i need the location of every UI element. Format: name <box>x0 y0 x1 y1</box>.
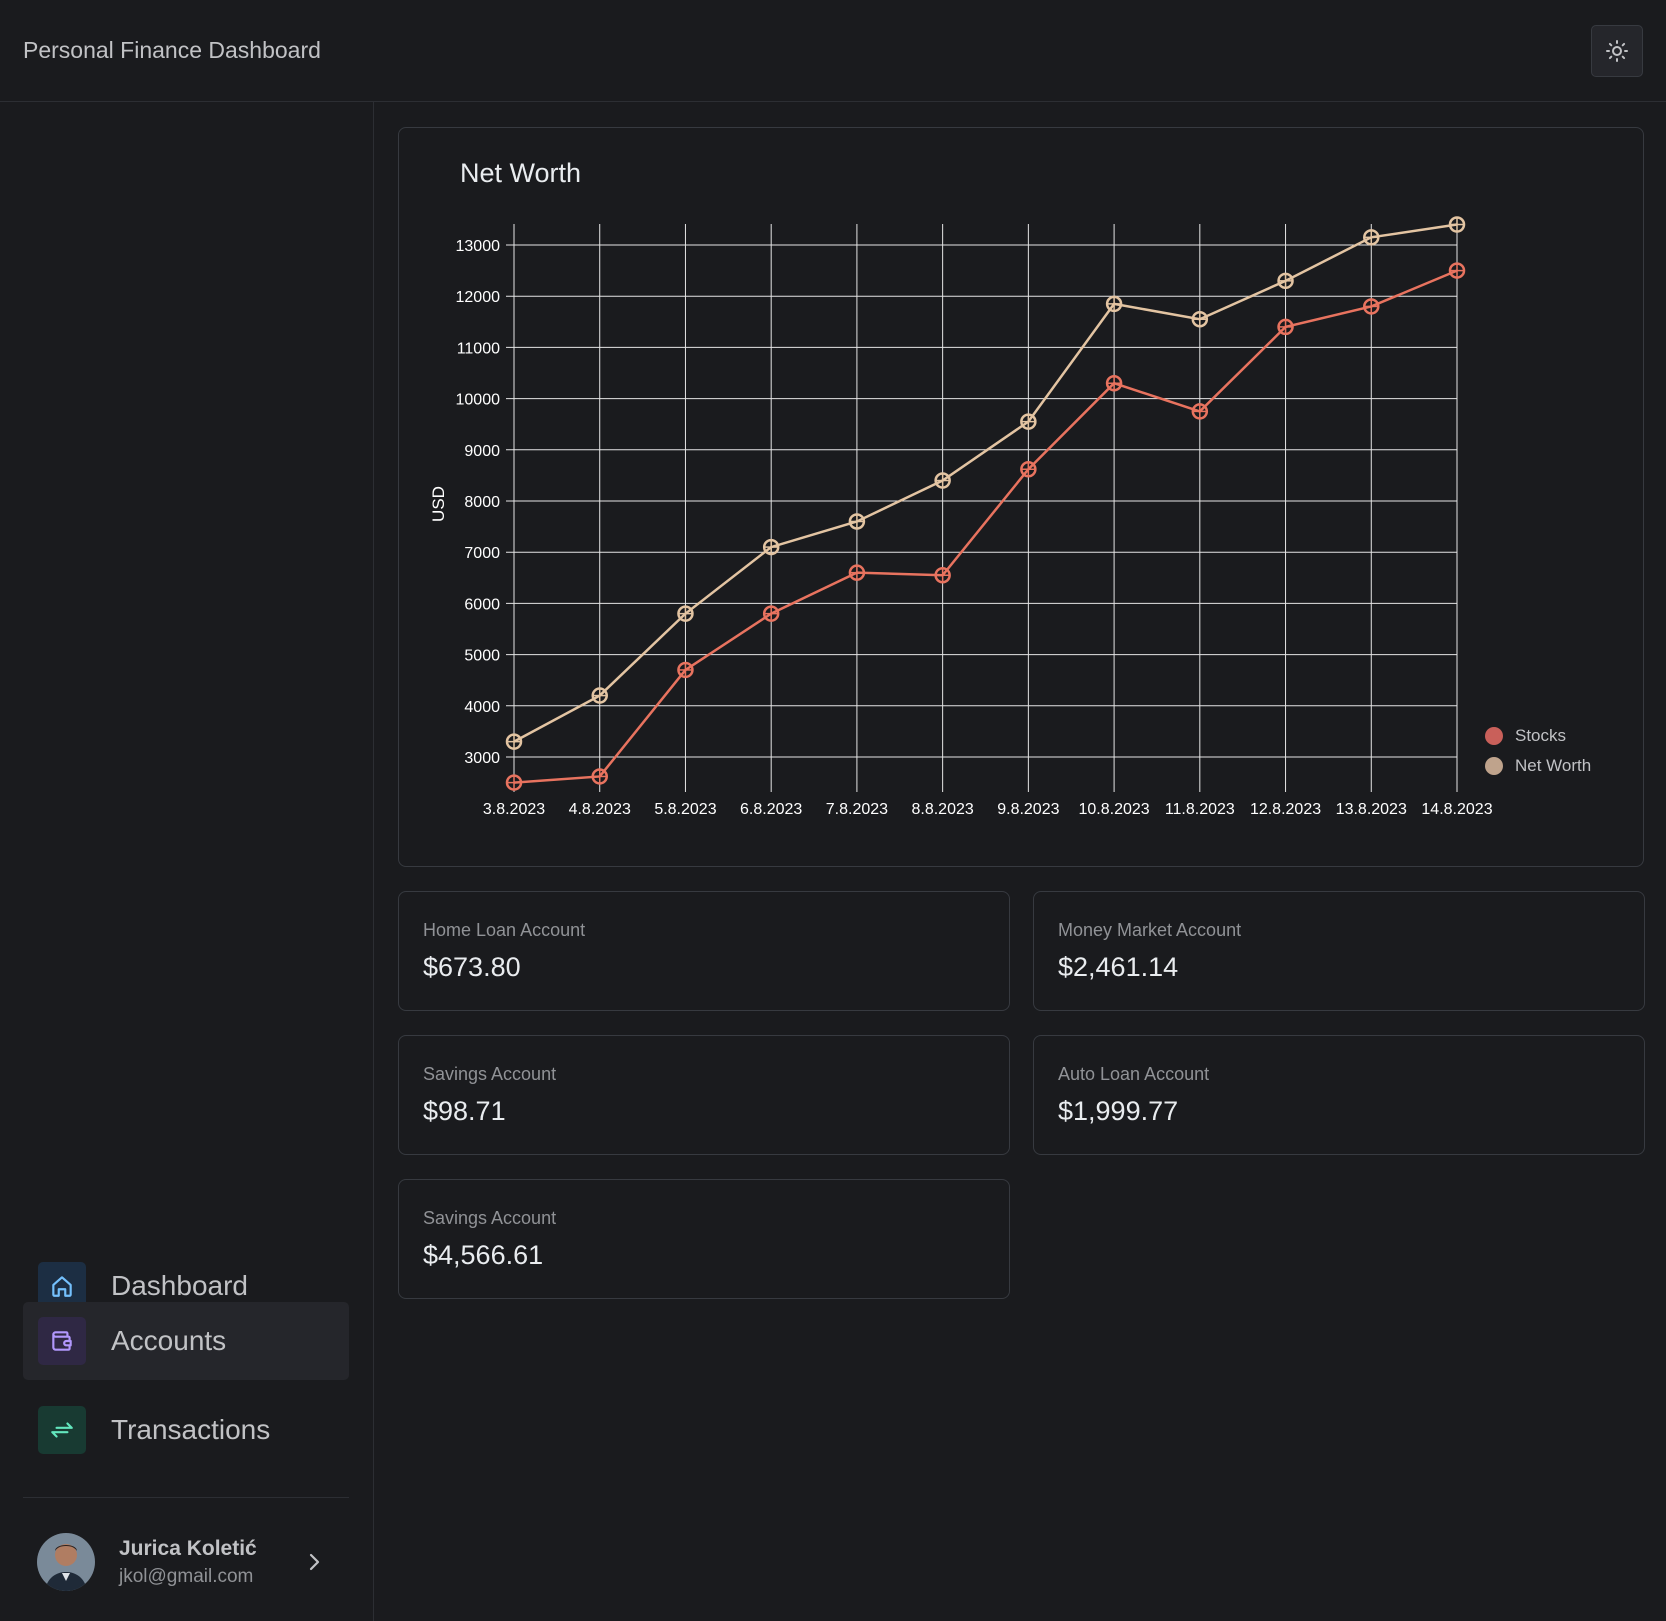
x-tick-label: 11.8.2023 <box>1165 801 1235 818</box>
y-tick-label: 8000 <box>464 494 500 511</box>
x-tick-label: 13.8.2023 <box>1336 801 1407 818</box>
sidebar-item-transactions[interactable]: Transactions <box>23 1391 349 1469</box>
account-balance: $1,999.77 <box>1058 1096 1179 1126</box>
account-card[interactable]: Home Loan Account $673.80 <box>398 891 1010 1011</box>
sidebar-item-label: Accounts <box>111 1325 227 1356</box>
account-name: Money Market Account <box>1058 920 1242 940</box>
app-title: Personal Finance Dashboard <box>23 37 321 63</box>
account-card[interactable]: Money Market Account $2,461.14 <box>1033 891 1645 1011</box>
net-worth-chart: 3000 4000 5000 6000 7000 8000 9000 10000 11000 12… <box>429 216 1493 818</box>
x-tick-label: 10.8.2023 <box>1078 801 1149 818</box>
account-balance: $98.71 <box>423 1096 506 1126</box>
account-balance: $4,566.61 <box>423 1240 544 1270</box>
x-tick-label: 9.8.2023 <box>997 801 1059 818</box>
y-tick-label: 6000 <box>464 596 500 613</box>
legend-item-net-worth[interactable]: Net Worth <box>1485 756 1591 776</box>
app-header: Personal Finance Dashboard <box>0 0 1666 102</box>
legend-swatch <box>1485 727 1503 745</box>
sidebar-item-label: Transactions <box>111 1414 271 1445</box>
sidebar-item-accounts[interactable]: Accounts <box>23 1302 349 1380</box>
y-tick-label: 11000 <box>457 340 500 357</box>
series-line-net-worth <box>513 223 1458 743</box>
account-balance: $673.80 <box>423 952 521 982</box>
legend-label: Net Worth <box>1515 756 1592 775</box>
legend-label: Stocks <box>1515 726 1567 745</box>
legend-item-stocks[interactable]: Stocks <box>1485 726 1566 746</box>
x-tick-label: 5.8.2023 <box>654 801 716 818</box>
y-tick-label: 12000 <box>456 289 501 306</box>
sidebar-item-label: Dashboard <box>111 1270 248 1301</box>
account-name: Home Loan Account <box>423 920 586 940</box>
y-tick-label: 4000 <box>464 699 500 716</box>
x-tick-label: 8.8.2023 <box>911 801 973 818</box>
x-tick-label: 7.8.2023 <box>826 801 888 818</box>
x-tick-label: 6.8.2023 <box>740 801 802 818</box>
x-tick-label: 4.8.2023 <box>569 801 631 818</box>
x-tick-label: 14.8.2023 <box>1421 801 1492 818</box>
sidebar: Dashboard Accounts Transactions Jurica K… <box>0 102 374 1621</box>
y-tick-label: 9000 <box>464 443 500 460</box>
x-tick-label: 12.8.2023 <box>1250 801 1321 818</box>
account-name: Savings Account <box>423 1208 557 1228</box>
sun-icon <box>1606 39 1628 62</box>
user-email: jkol@gmail.com <box>119 1565 254 1587</box>
account-balance: $2,461.14 <box>1058 952 1179 982</box>
y-axis-label: USD <box>429 486 448 522</box>
x-tick-label: 3.8.2023 <box>483 801 545 818</box>
account-card[interactable]: Savings Account $4,566.61 <box>398 1179 1010 1299</box>
user-name: Jurica Koletić <box>119 1536 257 1560</box>
account-card[interactable]: Savings Account $98.71 <box>398 1035 1010 1155</box>
account-card[interactable]: Auto Loan Account $1,999.77 <box>1033 1035 1645 1155</box>
y-tick-label: 3000 <box>464 750 500 767</box>
y-tick-label: 10000 <box>456 392 501 409</box>
theme-toggle-button[interactable] <box>1591 24 1643 77</box>
divider <box>23 1497 349 1498</box>
y-tick-label: 5000 <box>464 648 500 665</box>
arrows-exchange-icon <box>38 1406 86 1454</box>
account-name: Savings Account <box>423 1064 557 1084</box>
legend-swatch <box>1485 757 1503 775</box>
account-name: Auto Loan Account <box>1058 1064 1210 1084</box>
avatar <box>37 1533 95 1591</box>
y-tick-label: 13000 <box>456 238 501 255</box>
y-tick-label: 7000 <box>464 545 500 562</box>
chevron-right-icon <box>299 1551 329 1573</box>
net-worth-chart-card: Net Worth 3000 4000 5000 6000 7000 8000 9000 10… <box>398 127 1644 867</box>
wallet-icon <box>38 1317 86 1365</box>
user-profile-button[interactable]: Jurica Koletić jkol@gmail.com <box>23 1520 349 1604</box>
